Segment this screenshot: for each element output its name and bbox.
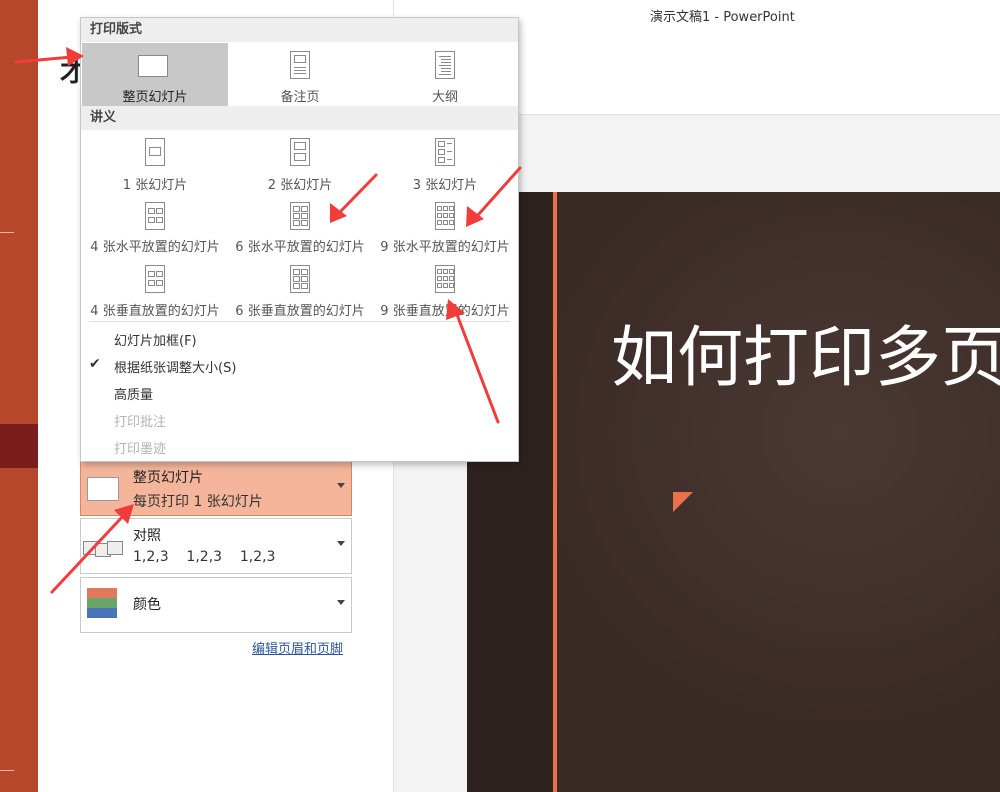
- color-title: 颜色: [133, 597, 161, 613]
- menu-item-print-comments: 打印批注: [114, 415, 167, 430]
- nav-divider: [0, 770, 14, 771]
- window-title: 演示文稿1 - PowerPoint: [650, 10, 795, 25]
- handout-2-slides-icon: [290, 138, 310, 166]
- slide-preview: 如何打印多页: [467, 192, 1000, 792]
- collate-icon: [83, 539, 123, 557]
- color-icon: [87, 588, 117, 618]
- handout-option-label: 3 张幻灯片: [412, 178, 478, 193]
- handout-option-label: 2 张幻灯片: [267, 178, 333, 193]
- chevron-down-icon[interactable]: [337, 541, 345, 546]
- nav-item-print[interactable]: [0, 424, 38, 468]
- handout-option-6-horizontal[interactable]: 6 张水平放置的幻灯片: [227, 198, 373, 260]
- slide-title: 如何打印多页: [611, 319, 1000, 396]
- menu-item-high-quality[interactable]: 高质量: [114, 384, 153, 403]
- print-layout-subtitle: 每页打印 1 张幻灯片: [133, 494, 263, 510]
- outline-icon: [435, 51, 455, 79]
- layout-option-label: 备注页: [280, 90, 320, 105]
- slide-accent-triangle: [673, 492, 693, 512]
- handout-9-vertical-icon: [435, 265, 455, 293]
- menu-item-frame-slides[interactable]: 幻灯片加框(F): [114, 330, 197, 349]
- handout-1-slide-icon: [145, 138, 165, 166]
- print-layout-setting[interactable]: 整页幻灯片 每页打印 1 张幻灯片: [80, 460, 352, 516]
- section-header-print-layout: 打印版式: [81, 18, 518, 42]
- layout-option-label: 整页幻灯片: [122, 90, 188, 105]
- chevron-down-icon[interactable]: [337, 483, 345, 488]
- menu-item-scale-to-fit[interactable]: 根据纸张调整大小(S): [114, 357, 236, 376]
- nav-divider: [0, 232, 14, 233]
- layout-option-outline[interactable]: 大纲: [372, 43, 518, 106]
- print-layout-title: 整页幻灯片: [133, 470, 203, 486]
- layout-option-label: 大纲: [431, 90, 458, 105]
- handout-option-3-slides[interactable]: 3 张幻灯片: [372, 132, 518, 194]
- handout-option-label: 9 张水平放置的幻灯片: [380, 240, 510, 255]
- backstage-nav-rail: [0, 0, 38, 792]
- slide-accent-bar: [553, 192, 557, 792]
- section-header-handouts: 讲义: [81, 106, 518, 130]
- handout-option-1-slide[interactable]: 1 张幻灯片: [82, 132, 228, 194]
- edit-header-footer-link[interactable]: 编辑页眉和页脚: [252, 638, 343, 657]
- handout-4-horizontal-icon: [145, 202, 165, 230]
- handout-4-vertical-icon: [145, 265, 165, 293]
- handout-9-horizontal-icon: [435, 202, 455, 230]
- full-page-slide-icon: [138, 55, 168, 77]
- handout-option-2-slides[interactable]: 2 张幻灯片: [227, 132, 373, 194]
- handout-option-label: 6 张垂直放置的幻灯片: [235, 304, 365, 319]
- handout-option-label: 1 张幻灯片: [122, 178, 188, 193]
- checkmark-icon: ✔: [89, 356, 101, 372]
- handout-option-label: 6 张水平放置的幻灯片: [235, 240, 365, 255]
- collation-title: 对照: [133, 528, 161, 544]
- handout-option-label: 4 张水平放置的幻灯片: [90, 240, 220, 255]
- handout-6-vertical-icon: [290, 265, 310, 293]
- color-setting[interactable]: 颜色: [80, 577, 352, 633]
- handout-3-slides-icon: [435, 138, 455, 166]
- menu-separator: [89, 321, 510, 322]
- layout-option-full-page[interactable]: 整页幻灯片: [82, 43, 228, 106]
- handout-option-label: 9 张垂直放置的幻灯片: [380, 304, 510, 319]
- collation-subtitle: 1,2,3 1,2,3 1,2,3: [133, 549, 276, 565]
- chevron-down-icon[interactable]: [337, 600, 345, 605]
- full-page-slide-icon: [87, 477, 119, 501]
- print-layout-dropdown: 打印版式 整页幻灯片 备注页 大纲 讲义 1 张幻灯片 2 张幻灯片 3 张幻灯…: [80, 17, 519, 462]
- menu-item-print-ink: 打印墨迹: [114, 442, 167, 457]
- notes-page-icon: [290, 51, 310, 79]
- handout-option-label: 4 张垂直放置的幻灯片: [90, 304, 220, 319]
- handout-option-6-vertical[interactable]: 6 张垂直放置的幻灯片: [227, 261, 373, 323]
- handout-option-9-horizontal[interactable]: 9 张水平放置的幻灯片: [372, 198, 518, 260]
- handout-6-horizontal-icon: [290, 202, 310, 230]
- layout-option-notes-page[interactable]: 备注页: [227, 43, 373, 106]
- handout-option-4-horizontal[interactable]: 4 张水平放置的幻灯片: [82, 198, 228, 260]
- handout-option-9-vertical[interactable]: 9 张垂直放置的幻灯片: [372, 261, 518, 323]
- collation-setting[interactable]: 对照 1,2,3 1,2,3 1,2,3: [80, 518, 352, 574]
- handout-option-4-vertical[interactable]: 4 张垂直放置的幻灯片: [82, 261, 228, 323]
